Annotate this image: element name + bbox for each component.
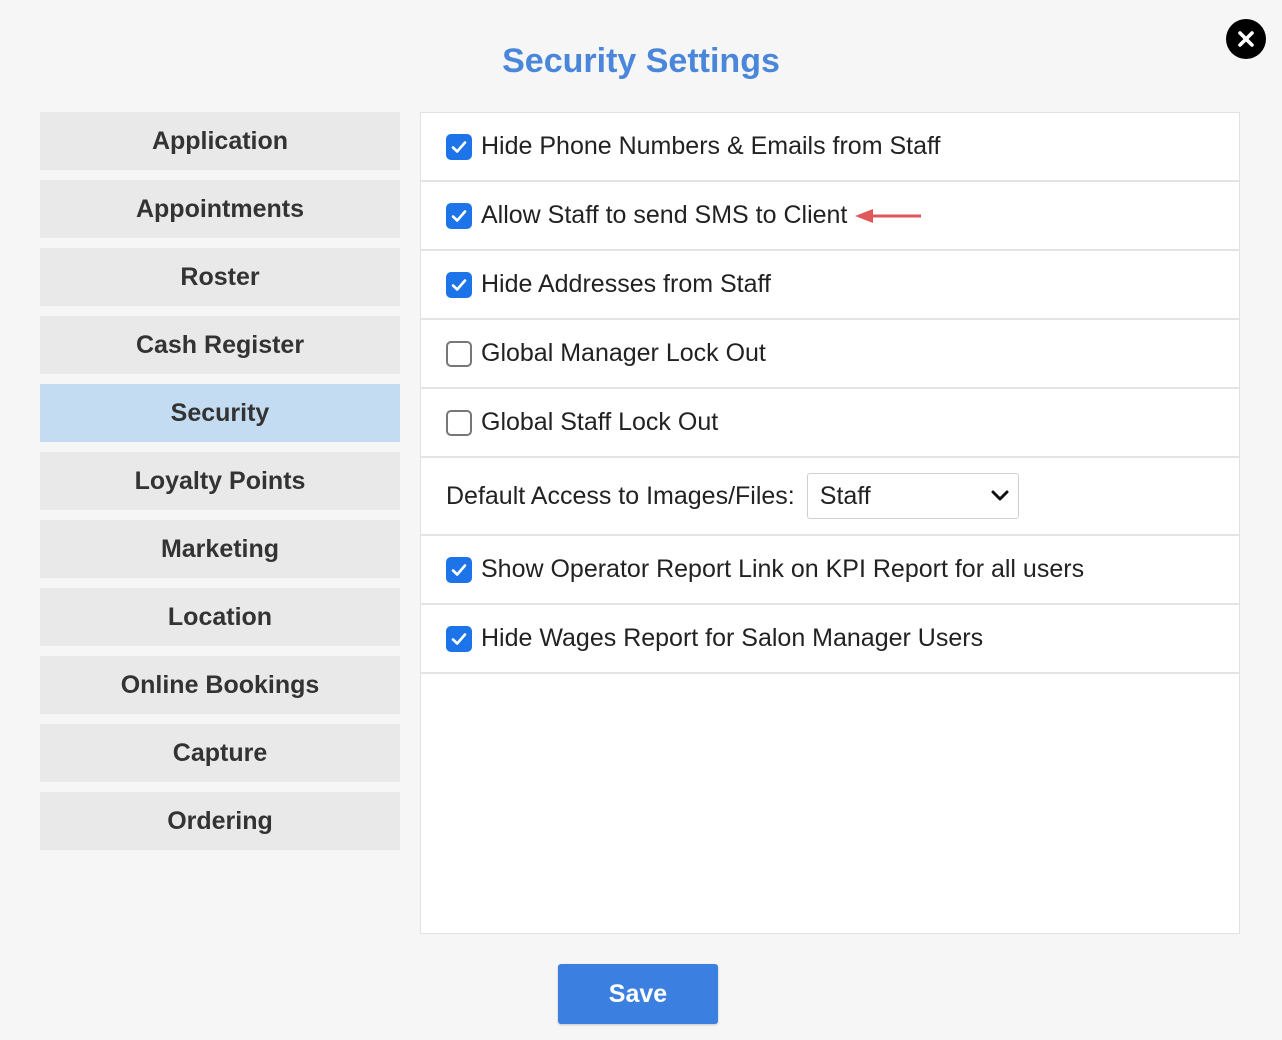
sidebar-item-ordering[interactable]: Ordering [40, 792, 400, 850]
sidebar-item-security[interactable]: Security [40, 384, 400, 442]
operator-report-link-label: Show Operator Report Link on KPI Report … [481, 555, 1085, 583]
sidebar-item-label: Security [170, 398, 270, 427]
save-button[interactable]: Save [558, 964, 718, 1024]
sidebar-item-loyalty-points[interactable]: Loyalty Points [40, 452, 400, 510]
sidebar-item-cash-register[interactable]: Cash Register [40, 316, 400, 374]
red-arrow-left-icon [853, 206, 923, 226]
sidebar-item-label: Loyalty Points [134, 466, 306, 495]
setting-row: Hide Addresses from Staff [421, 251, 1239, 320]
sidebar-item-label: Appointments [135, 194, 305, 223]
setting-row: Default Access to Images/Files: Staff [421, 458, 1239, 536]
sidebar-item-roster[interactable]: Roster [40, 248, 400, 306]
page-title: Security Settings [502, 42, 780, 80]
global-manager-lockout-checkbox[interactable] [446, 340, 472, 367]
setting-row: Hide Wages Report for Salon Manager User… [421, 605, 1239, 674]
setting-row: Show Operator Report Link on KPI Report … [421, 536, 1239, 605]
sidebar-item-label: Capture [172, 738, 268, 767]
checkmark-icon [451, 278, 467, 291]
checkmark-icon [451, 140, 467, 153]
chevron-down-icon [990, 489, 1010, 503]
checkmark-icon [451, 209, 467, 222]
hide-addresses-checkbox[interactable] [446, 271, 472, 298]
hide-addresses-label: Hide Addresses from Staff [481, 270, 771, 298]
operator-report-link-checkbox[interactable] [446, 556, 472, 583]
sidebar-item-label: Application [151, 126, 289, 155]
close-icon [1237, 30, 1255, 48]
close-button[interactable] [1226, 19, 1266, 59]
setting-row: Hide Phone Numbers & Emails from Staff [421, 113, 1239, 182]
sidebar-item-label: Marketing [160, 534, 280, 563]
allow-sms-checkbox[interactable] [446, 202, 472, 229]
default-access-label: Default Access to Images/Files: [446, 481, 795, 510]
hide-wages-report-checkbox[interactable] [446, 625, 472, 652]
sidebar-item-label: Cash Register [135, 330, 305, 359]
default-access-select[interactable]: Staff [806, 473, 1019, 519]
settings-panel: Hide Phone Numbers & Emails from Staff A… [420, 112, 1240, 934]
global-staff-lockout-checkbox[interactable] [446, 409, 472, 436]
global-staff-lockout-label: Global Staff Lock Out [481, 408, 719, 436]
sidebar-item-capture[interactable]: Capture [40, 724, 400, 782]
setting-row: Global Manager Lock Out [421, 320, 1239, 389]
default-access-value: Staff [819, 481, 871, 510]
hide-wages-report-label: Hide Wages Report for Salon Manager User… [481, 624, 984, 652]
sidebar-item-marketing[interactable]: Marketing [40, 520, 400, 578]
sidebar-item-label: Online Bookings [120, 670, 320, 699]
allow-sms-label: Allow Staff to send SMS to Client [481, 201, 848, 229]
setting-row: Global Staff Lock Out [421, 389, 1239, 458]
checkmark-icon [451, 632, 467, 645]
sidebar-item-online-bookings[interactable]: Online Bookings [40, 656, 400, 714]
sidebar-item-location[interactable]: Location [40, 588, 400, 646]
global-manager-lockout-label: Global Manager Lock Out [481, 339, 766, 367]
hide-contacts-label: Hide Phone Numbers & Emails from Staff [481, 132, 941, 160]
sidebar-item-label: Ordering [167, 806, 273, 835]
sidebar-item-application[interactable]: Application [40, 112, 400, 170]
setting-row: Allow Staff to send SMS to Client [421, 182, 1239, 251]
settings-sidebar: Application Appointments Roster Cash Reg… [40, 112, 400, 860]
hide-contacts-checkbox[interactable] [446, 133, 472, 160]
sidebar-item-label: Location [167, 602, 273, 631]
sidebar-item-appointments[interactable]: Appointments [40, 180, 400, 238]
checkmark-icon [451, 563, 467, 576]
sidebar-item-label: Roster [180, 262, 260, 291]
